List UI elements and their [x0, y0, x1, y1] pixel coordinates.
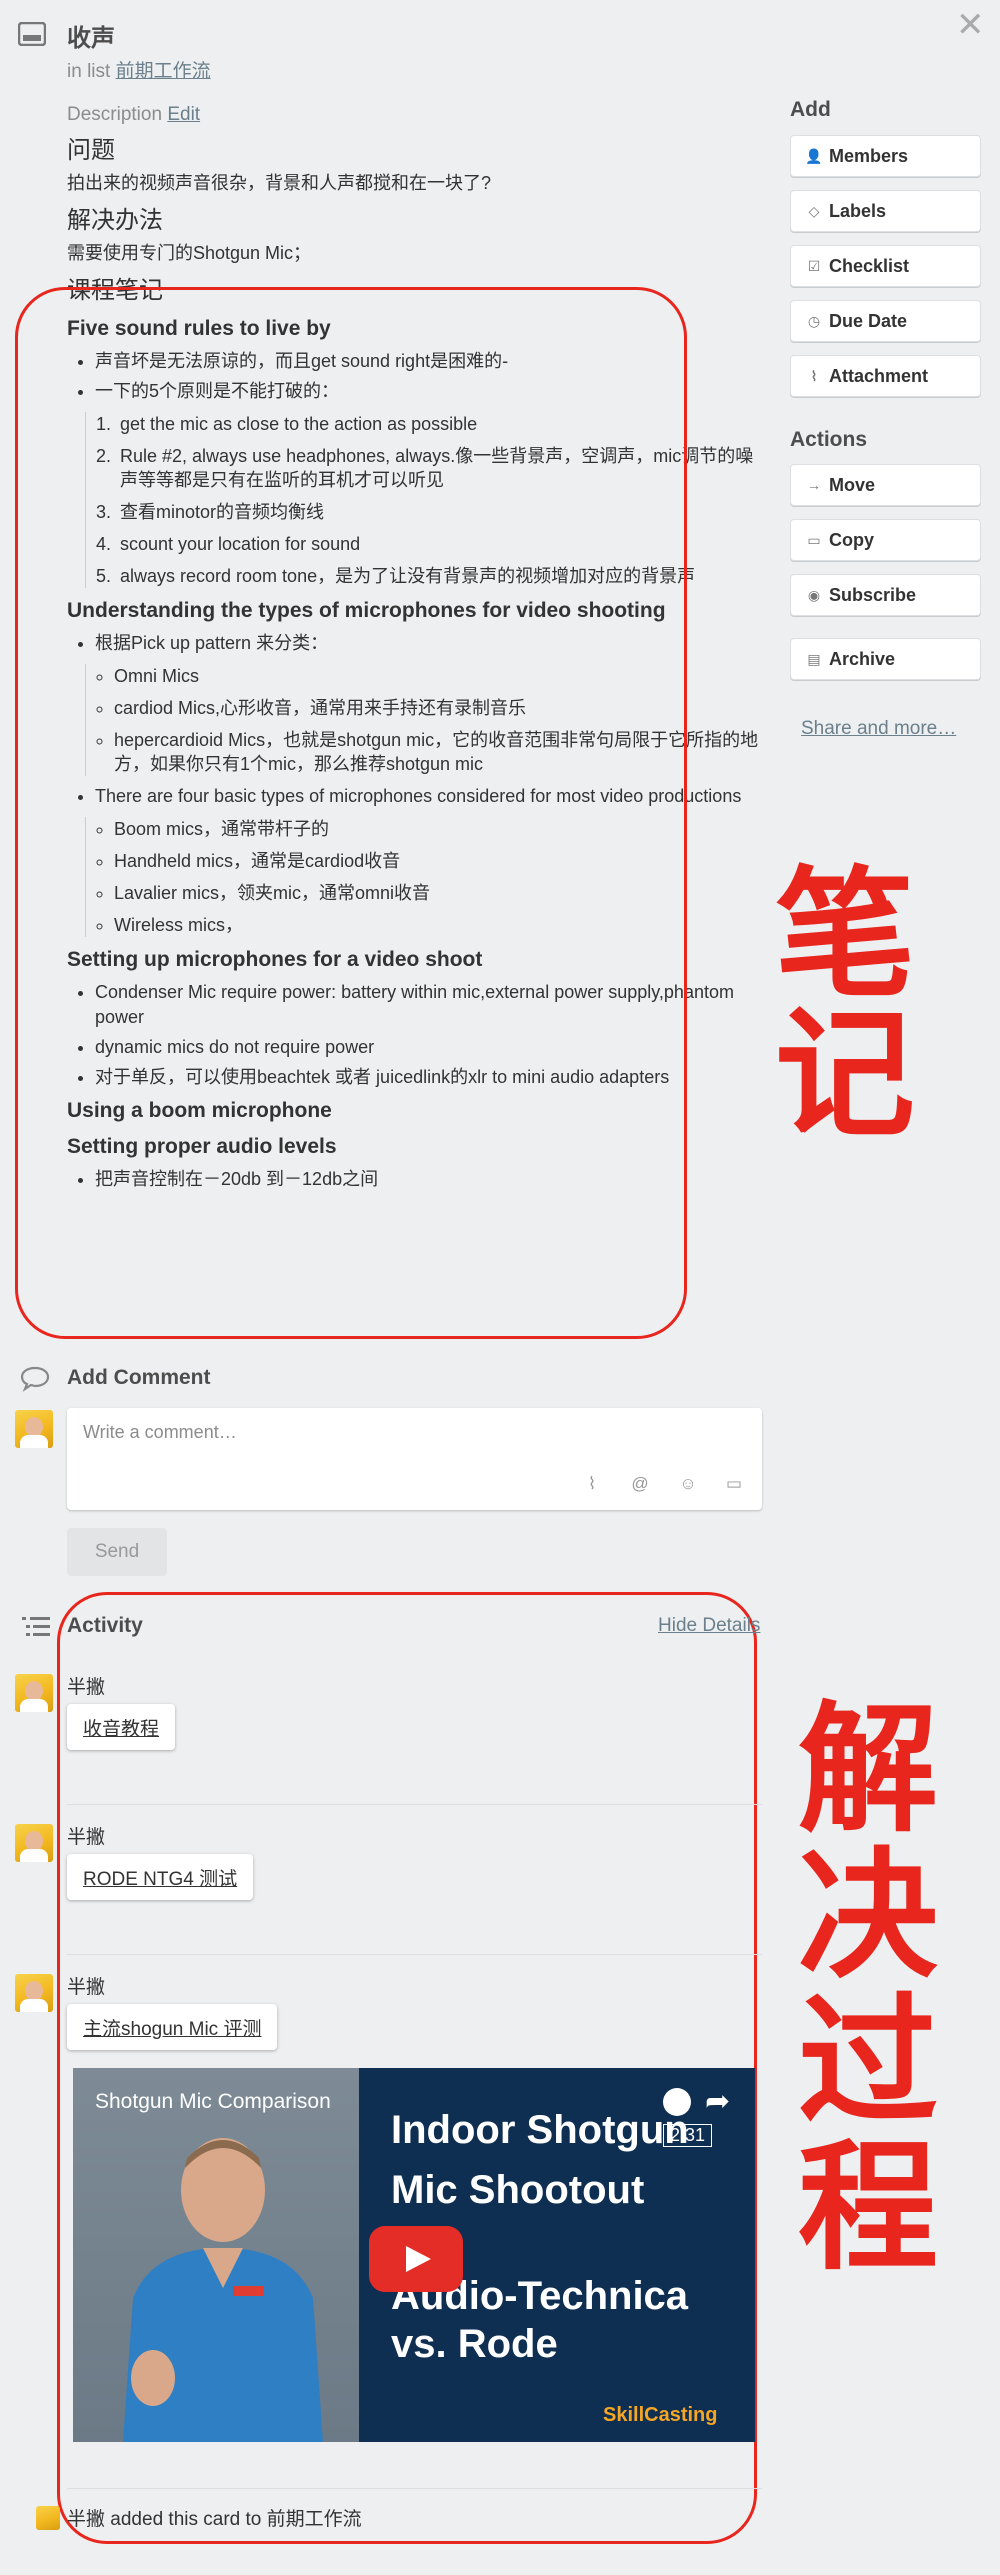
- attachment-link[interactable]: RODE NTG4 测试: [67, 1854, 254, 1900]
- notes-highlight: [15, 287, 687, 1339]
- copy-icon: ▭: [807, 532, 821, 548]
- attachment-link[interactable]: 收音教程: [67, 1704, 176, 1750]
- comment-input[interactable]: Write a comment… ⌇ @ ☺ ▭: [67, 1408, 762, 1510]
- card-link-icon[interactable]: ▭: [723, 1473, 745, 1495]
- checkbox-icon: ☑: [807, 258, 821, 274]
- divider: [67, 1954, 762, 1955]
- eye-icon: ◉: [807, 587, 821, 603]
- problem-heading: 问题: [67, 137, 115, 164]
- checklist-button[interactable]: ☑ Checklist: [790, 245, 981, 287]
- share-icon[interactable]: ➦: [705, 2084, 730, 2119]
- send-button[interactable]: Send: [67, 1528, 167, 1576]
- attachment-button[interactable]: ⌇ Attachment: [790, 355, 981, 397]
- activity-list-icon: [22, 1617, 50, 1636]
- members-button[interactable]: 👤 Members: [790, 135, 981, 177]
- hide-details-link[interactable]: Hide Details: [658, 1615, 760, 1637]
- emoji-icon[interactable]: ☺: [677, 1473, 699, 1495]
- share-link[interactable]: Share and more…: [801, 718, 956, 740]
- annotation-process: 解决过程: [797, 1689, 938, 2290]
- card-title[interactable]: 收声: [67, 18, 115, 53]
- paperclip-icon: ⌇: [810, 368, 818, 384]
- add-comment-heading: Add Comment: [67, 1366, 211, 1389]
- add-label: Add: [790, 98, 831, 121]
- description-label: Description Edit: [67, 104, 201, 125]
- divider: [67, 2488, 762, 2489]
- avatar: [15, 1974, 53, 2012]
- comment-icon: [20, 1366, 50, 1392]
- card-icon: [18, 22, 46, 46]
- tag-icon: ◇: [808, 203, 820, 219]
- mention-icon[interactable]: @: [629, 1473, 651, 1495]
- labels-button[interactable]: ◇ Labels: [790, 190, 981, 232]
- divider: [67, 1804, 762, 1805]
- in-list-text: in list 前期工作流: [67, 61, 211, 82]
- solution-heading: 解决办法: [67, 207, 163, 234]
- solution-text: 需要使用专门的Shotgun Mic；: [67, 243, 312, 263]
- actions-label: Actions: [790, 428, 868, 451]
- person-icon: 👤: [805, 148, 823, 164]
- move-button[interactable]: → Move: [790, 464, 981, 506]
- presenter-image: [123, 2138, 323, 2442]
- activity-heading: Activity: [67, 1614, 143, 1637]
- subscribe-button[interactable]: ◉ Subscribe: [790, 574, 981, 616]
- play-icon: [406, 2246, 431, 2272]
- brand-logo: SkillCasting: [603, 2404, 718, 2426]
- arrow-right-icon: →: [807, 477, 821, 493]
- attachment-icon[interactable]: ⌇: [581, 1473, 603, 1495]
- play-button[interactable]: [369, 2226, 463, 2292]
- avatar: [15, 1824, 53, 1862]
- archive-button[interactable]: ▤ Archive: [790, 638, 981, 680]
- video-headline: Indoor Shotgun: [391, 2108, 689, 2152]
- close-icon[interactable]: ✕: [956, 8, 985, 42]
- video-embed[interactable]: Shotgun Mic Comparison ➦ 2:31 Indoor Sho…: [73, 2068, 755, 2442]
- copy-button[interactable]: ▭ Copy: [790, 519, 981, 561]
- attachment-link[interactable]: 主流shogun Mic 评测: [67, 2004, 278, 2050]
- problem-text: 拍出来的视频声音很杂，背景和人声都搅和在一块了?: [67, 173, 492, 193]
- activity-author[interactable]: 半撇: [67, 1672, 105, 1699]
- archive-icon: ▤: [807, 651, 821, 667]
- activity-author[interactable]: 半撇: [67, 1822, 105, 1849]
- clock-icon: ◷: [807, 313, 821, 329]
- avatar: [36, 2506, 60, 2530]
- avatar: [15, 1674, 53, 1712]
- edit-description-link[interactable]: Edit: [167, 104, 200, 125]
- activity-footer: 半撇 added this card to 前期工作流: [67, 2509, 362, 2530]
- list-link[interactable]: 前期工作流: [116, 61, 211, 82]
- video-headline: vs. Rode: [391, 2322, 558, 2366]
- activity-author[interactable]: 半撇: [67, 1972, 105, 1999]
- video-headline: Mic Shootout: [391, 2168, 645, 2212]
- avatar: [15, 1410, 53, 1448]
- annotation-notes: 笔记: [774, 854, 915, 1157]
- video-title[interactable]: Shotgun Mic Comparison: [95, 2090, 331, 2114]
- due-date-button[interactable]: ◷ Due Date: [790, 300, 981, 342]
